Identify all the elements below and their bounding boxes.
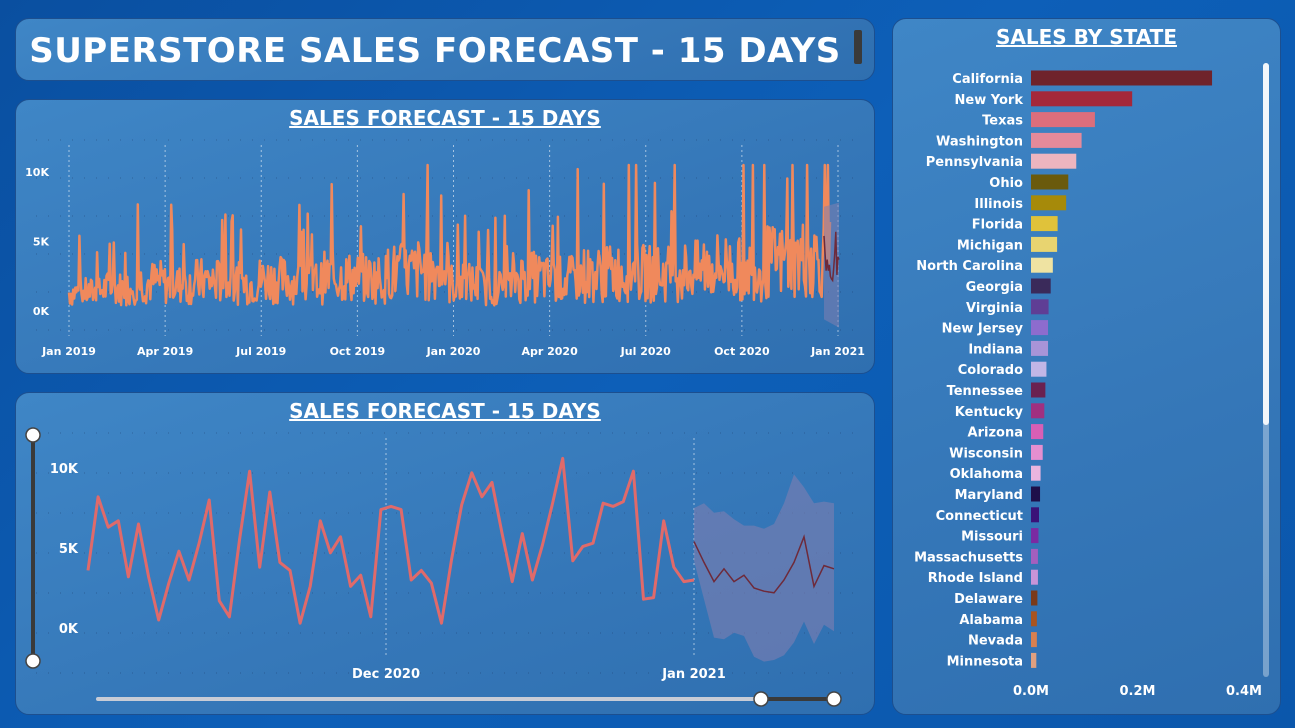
state-label: Minnesota: [947, 654, 1023, 669]
top-x-tick-label: Jul 2020: [620, 345, 671, 358]
state-bar[interactable]: [1031, 444, 1043, 460]
state-label: Oklahoma: [950, 467, 1023, 482]
state-bar[interactable]: [1031, 153, 1077, 169]
state-label: Missouri: [961, 530, 1023, 545]
state-label: Tennessee: [947, 384, 1024, 399]
state-label: Delaware: [954, 592, 1023, 607]
state-bar[interactable]: [1031, 548, 1038, 564]
state-bar[interactable]: [1031, 174, 1069, 190]
bottom-y-tick-label: 10K: [50, 462, 79, 477]
title-banner: SUPERSTORE SALES FORECAST - 15 DAYS: [15, 18, 875, 81]
state-bar[interactable]: [1031, 278, 1051, 294]
state-label: Florida: [972, 218, 1023, 233]
state-bar[interactable]: [1031, 91, 1133, 107]
state-label: Nevada: [968, 634, 1023, 649]
page-title: SUPERSTORE SALES FORECAST - 15 DAYS: [29, 31, 841, 71]
state-bar[interactable]: [1031, 132, 1082, 148]
top-x-tick-label: Oct 2019: [330, 345, 386, 358]
state-chart-svg: California New York Texas Washington Pennsyl…: [914, 63, 1269, 699]
state-bar[interactable]: [1031, 340, 1049, 356]
state-label: California: [952, 72, 1023, 87]
top-actual-sales-line: [67, 163, 832, 307]
bottom-y-tick-label: 0K: [59, 622, 79, 637]
top-y-tick-label: 10K: [25, 166, 49, 179]
state-bar[interactable]: [1031, 216, 1058, 232]
state-bar[interactable]: [1031, 507, 1039, 523]
state-x-tick-label: 0.0M: [1013, 684, 1049, 699]
state-bar[interactable]: [1031, 569, 1038, 585]
horizontal-zoom-slider-handle[interactable]: [753, 691, 769, 707]
state-label: New York: [955, 93, 1024, 108]
state-bar[interactable]: [1031, 320, 1049, 336]
top-x-tick-label: Jul 2019: [235, 345, 286, 358]
state-label: Alabama: [959, 613, 1023, 628]
state-bar[interactable]: [1031, 611, 1037, 627]
bottom-y-tick-label: 5K: [59, 542, 79, 557]
state-label: Texas: [982, 114, 1023, 129]
state-label: New Jersey: [942, 322, 1024, 337]
sales-by-state-chart: SALES BY STATE California New York Texas Wa…: [892, 18, 1281, 715]
vertical-zoom-slider-handle[interactable]: [25, 653, 41, 669]
state-label: Indiana: [968, 342, 1023, 357]
state-label: North Carolina: [916, 259, 1023, 274]
state-bar[interactable]: [1031, 465, 1041, 481]
state-label: Rhode Island: [928, 571, 1023, 586]
state-label: Arizona: [968, 426, 1023, 441]
state-label: Ohio: [989, 176, 1023, 191]
top-chart-svg: 10K 5K 0K Jan 2019 Apr 2019 Jul 2019 Oct 2019 J…: [25, 139, 865, 358]
state-label: Pennsylvania: [926, 155, 1023, 170]
state-bar[interactable]: [1031, 632, 1037, 648]
state-x-tick-label: 0.4M: [1226, 684, 1262, 699]
state-bar[interactable]: [1031, 112, 1095, 128]
top-x-tick-label: Jan 2019: [41, 345, 96, 358]
bottom-confidence-band: [694, 474, 834, 662]
state-label: Illinois: [974, 197, 1023, 212]
state-bar[interactable]: [1031, 70, 1213, 86]
bottom-x-tick-label: Dec 2020: [352, 667, 420, 682]
bottom-x-tick-label: Jan 2021: [661, 667, 726, 682]
state-label: Colorado: [958, 363, 1023, 378]
state-bar[interactable]: [1031, 403, 1045, 419]
state-bar[interactable]: [1031, 528, 1039, 544]
horizontal-zoom-slider-handle[interactable]: [826, 691, 842, 707]
bottom-actual-sales-line: [86, 456, 695, 625]
state-bar[interactable]: [1031, 424, 1044, 440]
state-label: Virginia: [966, 301, 1023, 316]
state-bar[interactable]: [1031, 590, 1038, 606]
top-x-tick-label: Jan 2020: [426, 345, 481, 358]
top-y-tick-label: 5K: [33, 236, 50, 249]
state-bar[interactable]: [1031, 486, 1041, 502]
state-label: Michigan: [957, 238, 1023, 253]
bottom-chart-svg: 10K 5K 0K Dec 2020 Jan 2021: [25, 427, 861, 707]
title-scrollbar[interactable]: [854, 30, 862, 64]
top-x-tick-label: Oct 2020: [714, 345, 770, 358]
vertical-zoom-slider-handle[interactable]: [25, 427, 41, 443]
state-bar[interactable]: [1031, 361, 1047, 377]
state-bar[interactable]: [1031, 382, 1046, 398]
state-label: Kentucky: [955, 405, 1024, 420]
state-x-tick-label: 0.2M: [1120, 684, 1156, 699]
state-label: Massachusetts: [914, 550, 1023, 565]
top-x-tick-label: Apr 2020: [521, 345, 578, 358]
state-bar[interactable]: [1031, 299, 1049, 315]
state-label: Connecticut: [936, 509, 1023, 524]
state-bar[interactable]: [1031, 257, 1053, 273]
state-label: Georgia: [966, 280, 1023, 295]
top-x-tick-label: Jan 2021: [810, 345, 865, 358]
state-bar[interactable]: [1031, 652, 1037, 668]
state-label: Maryland: [955, 488, 1023, 503]
top-forecast-chart: SALES FORECAST - 15 DAYS 10K 5K 0K Jan 2019…: [15, 99, 875, 374]
state-bar[interactable]: [1031, 236, 1058, 252]
state-label: Washington: [936, 134, 1023, 149]
state-label: Wisconsin: [949, 446, 1023, 461]
top-x-tick-label: Apr 2019: [137, 345, 193, 358]
top-y-tick-label: 0K: [33, 305, 50, 318]
bottom-forecast-chart: SALES FORECAST - 15 DAYS 10K 5K 0K Dec 2020…: [15, 392, 875, 715]
state-scrollbar-thumb[interactable]: [1263, 63, 1269, 425]
state-bar[interactable]: [1031, 195, 1067, 211]
